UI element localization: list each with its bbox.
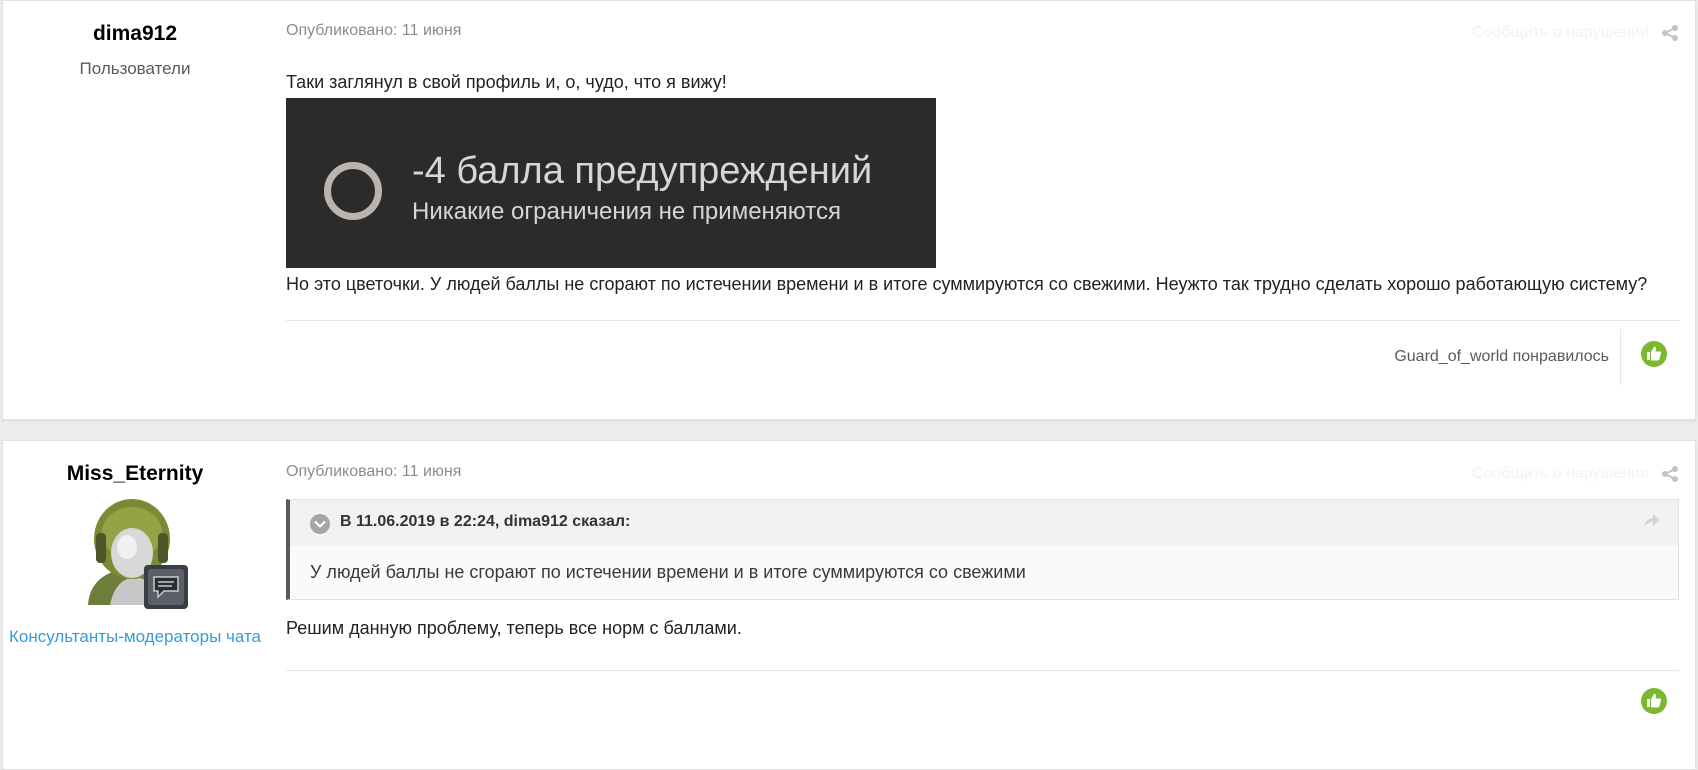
share-icon[interactable]	[1661, 465, 1679, 483]
chevron-down-icon	[314, 520, 326, 528]
collapse-toggle[interactable]	[310, 514, 330, 534]
post-date: Опубликовано: 11 июня	[286, 22, 462, 39]
reply-arrow-icon[interactable]	[1642, 512, 1662, 530]
post-text: Таки заглянул в свой профиль и, о, чудо,…	[286, 72, 727, 92]
post-content: Опубликовано: 11 июня Сообщить о нарушен…	[286, 1, 1679, 397]
share-icon[interactable]	[1661, 24, 1679, 42]
like-icon[interactable]	[1641, 341, 1667, 367]
quote-block: В 11.06.2019 в 22:24, dima912 сказал: У …	[286, 499, 1679, 600]
quote-text: У людей баллы не сгорают по истечении вр…	[290, 546, 1678, 599]
post-text: Решим данную проблему, теперь все норм с…	[286, 618, 742, 638]
post-date: Опубликовано: 11 июня	[286, 463, 462, 480]
warning-title: -4 балла предупреждений	[412, 150, 873, 192]
avatar[interactable]	[80, 493, 190, 613]
author-panel: Miss_Eternity Консультанты-модераторы ча…	[3, 441, 267, 647]
report-link[interactable]: Сообщить о нарушении	[1472, 465, 1649, 483]
post: Miss_Eternity Консультанты-модераторы ча…	[2, 440, 1696, 770]
post-meta: Опубликовано: 11 июня Сообщить о нарушен…	[286, 463, 1679, 493]
quote-citation[interactable]: В 11.06.2019 в 22:24, dima912 сказал:	[340, 513, 630, 531]
author-name[interactable]: Miss_Eternity	[3, 462, 267, 486]
post-text: Но это цветочки. У людей баллы не сгораю…	[286, 274, 1648, 294]
author-name[interactable]: dima912	[3, 22, 267, 46]
warning-circle-icon	[324, 162, 382, 220]
author-panel: dima912 Пользователи	[3, 1, 267, 79]
post-meta: Опубликовано: 11 июня Сообщить о нарушен…	[286, 22, 1679, 52]
post-content: Опубликовано: 11 июня Сообщить о нарушен…	[286, 441, 1679, 747]
warning-subtitle: Никакие ограничения не применяются	[412, 198, 841, 225]
post: dima912 Пользователи Опубликовано: 11 ию…	[2, 0, 1696, 420]
like-icon[interactable]	[1641, 688, 1667, 714]
author-group[interactable]: Консультанты-модераторы чата	[3, 627, 267, 647]
reaction-separator	[1620, 329, 1621, 385]
reaction-bar: Guard_of_world понравилось	[286, 321, 1679, 397]
quote-header: В 11.06.2019 в 22:24, dima912 сказал:	[290, 500, 1678, 546]
report-link[interactable]: Сообщить о нарушении	[1472, 24, 1649, 42]
reaction-bar	[286, 671, 1679, 747]
author-group: Пользователи	[79, 59, 191, 78]
reaction-summary[interactable]: Guard_of_world понравилось	[1394, 348, 1609, 366]
warning-points-image: -4 балла предупреждений Никакие ограниче…	[286, 98, 936, 268]
